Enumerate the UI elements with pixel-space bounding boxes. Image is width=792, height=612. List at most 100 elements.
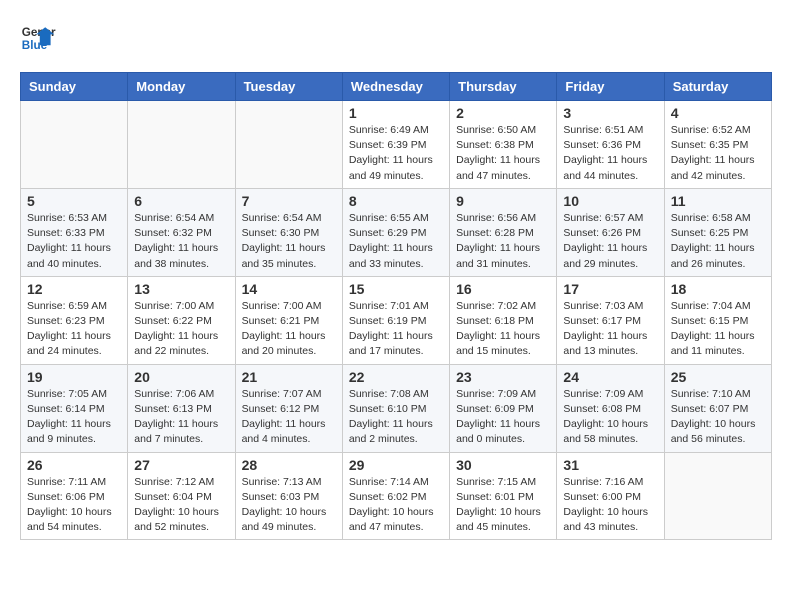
day-info: Sunrise: 7:12 AM Sunset: 6:04 PM Dayligh… bbox=[134, 475, 228, 536]
calendar-cell: 16Sunrise: 7:02 AM Sunset: 6:18 PM Dayli… bbox=[450, 276, 557, 364]
day-info: Sunrise: 6:53 AM Sunset: 6:33 PM Dayligh… bbox=[27, 211, 121, 272]
day-info: Sunrise: 7:01 AM Sunset: 6:19 PM Dayligh… bbox=[349, 299, 443, 360]
day-info: Sunrise: 6:54 AM Sunset: 6:30 PM Dayligh… bbox=[242, 211, 336, 272]
weekday-header: Thursday bbox=[450, 73, 557, 101]
day-number: 12 bbox=[27, 281, 121, 297]
calendar-cell bbox=[21, 101, 128, 189]
calendar-cell: 6 Sunrise: 6:54 AM Sunset: 6:32 PM Daylig… bbox=[128, 188, 235, 276]
day-number: 20 bbox=[134, 369, 228, 385]
day-number: 24 bbox=[563, 369, 657, 385]
day-number: 31 bbox=[563, 457, 657, 473]
day-number: 6 bbox=[134, 193, 228, 209]
calendar-cell: 17 Sunrise: 7:03 AM Sunset: 6:17 PM Dayli… bbox=[557, 276, 664, 364]
calendar-cell: 15 Sunrise: 7:01 AM Sunset: 6:19 PM Dayli… bbox=[342, 276, 449, 364]
day-info: Sunrise: 7:11 AM Sunset: 6:06 PM Dayligh… bbox=[27, 475, 121, 536]
day-info: Sunrise: 7:10 AM Sunset: 6:07 PM Dayligh… bbox=[671, 387, 765, 448]
day-info: Sunrise: 7:00 AM Sunset: 6:22 PM Dayligh… bbox=[134, 299, 228, 360]
day-number: 30 bbox=[456, 457, 550, 473]
day-number: 28 bbox=[242, 457, 336, 473]
day-info: Sunrise: 6:52 AM Sunset: 6:35 PM Dayligh… bbox=[671, 123, 765, 184]
calendar-cell bbox=[664, 452, 771, 540]
day-info: Sunrise: 7:04 AM Sunset: 6:15 PM Dayligh… bbox=[671, 299, 765, 360]
day-number: 8 bbox=[349, 193, 443, 209]
day-info: Sunrise: 6:50 AM Sunset: 6:38 PM Dayligh… bbox=[456, 123, 550, 184]
calendar-cell: 8 Sunrise: 6:55 AM Sunset: 6:29 PM Daylig… bbox=[342, 188, 449, 276]
calendar-cell: 12 Sunrise: 6:59 AM Sunset: 6:23 PM Dayli… bbox=[21, 276, 128, 364]
weekday-header: Wednesday bbox=[342, 73, 449, 101]
day-number: 23 bbox=[456, 369, 550, 385]
logo: General Blue bbox=[20, 20, 56, 56]
calendar-cell: 19 Sunrise: 7:05 AM Sunset: 6:14 PM Dayli… bbox=[21, 364, 128, 452]
calendar-cell: 25 Sunrise: 7:10 AM Sunset: 6:07 PM Dayli… bbox=[664, 364, 771, 452]
calendar-week-row: 1 Sunrise: 6:49 AM Sunset: 6:39 PM Daylig… bbox=[21, 101, 772, 189]
day-info: Sunrise: 6:55 AM Sunset: 6:29 PM Dayligh… bbox=[349, 211, 443, 272]
calendar-cell: 3 Sunrise: 6:51 AM Sunset: 6:36 PM Daylig… bbox=[557, 101, 664, 189]
page-header: General Blue bbox=[20, 20, 772, 56]
day-info: Sunrise: 7:03 AM Sunset: 6:17 PM Dayligh… bbox=[563, 299, 657, 360]
day-number: 22 bbox=[349, 369, 443, 385]
day-number: 13 bbox=[134, 281, 228, 297]
day-number: 21 bbox=[242, 369, 336, 385]
calendar-cell bbox=[128, 101, 235, 189]
calendar-cell: 2 Sunrise: 6:50 AM Sunset: 6:38 PM Daylig… bbox=[450, 101, 557, 189]
weekday-header: Friday bbox=[557, 73, 664, 101]
calendar-cell: 23 Sunrise: 7:09 AM Sunset: 6:09 PM Dayli… bbox=[450, 364, 557, 452]
day-number: 2 bbox=[456, 105, 550, 121]
day-info: Sunrise: 7:14 AM Sunset: 6:02 PM Dayligh… bbox=[349, 475, 443, 536]
calendar-week-row: 5 Sunrise: 6:53 AM Sunset: 6:33 PM Daylig… bbox=[21, 188, 772, 276]
calendar-cell: 22 Sunrise: 7:08 AM Sunset: 6:10 PM Dayli… bbox=[342, 364, 449, 452]
logo-icon: General Blue bbox=[20, 20, 56, 56]
calendar-cell: 30 Sunrise: 7:15 AM Sunset: 6:01 PM Dayli… bbox=[450, 452, 557, 540]
day-info: Sunrise: 7:08 AM Sunset: 6:10 PM Dayligh… bbox=[349, 387, 443, 448]
day-number: 5 bbox=[27, 193, 121, 209]
calendar-cell: 28 Sunrise: 7:13 AM Sunset: 6:03 PM Dayli… bbox=[235, 452, 342, 540]
day-number: 18 bbox=[671, 281, 765, 297]
day-info: Sunrise: 6:49 AM Sunset: 6:39 PM Dayligh… bbox=[349, 123, 443, 184]
calendar-cell: 14 Sunrise: 7:00 AM Sunset: 6:21 PM Dayli… bbox=[235, 276, 342, 364]
day-number: 9 bbox=[456, 193, 550, 209]
day-info: Sunrise: 7:00 AM Sunset: 6:21 PM Dayligh… bbox=[242, 299, 336, 360]
calendar-cell: 24Sunrise: 7:09 AM Sunset: 6:08 PM Dayli… bbox=[557, 364, 664, 452]
calendar-cell: 5 Sunrise: 6:53 AM Sunset: 6:33 PM Daylig… bbox=[21, 188, 128, 276]
day-info: Sunrise: 7:15 AM Sunset: 6:01 PM Dayligh… bbox=[456, 475, 550, 536]
weekday-header: Monday bbox=[128, 73, 235, 101]
day-info: Sunrise: 6:51 AM Sunset: 6:36 PM Dayligh… bbox=[563, 123, 657, 184]
day-info: Sunrise: 7:13 AM Sunset: 6:03 PM Dayligh… bbox=[242, 475, 336, 536]
calendar-table: SundayMondayTuesdayWednesdayThursdayFrid… bbox=[20, 72, 772, 540]
weekday-header: Tuesday bbox=[235, 73, 342, 101]
day-info: Sunrise: 6:54 AM Sunset: 6:32 PM Dayligh… bbox=[134, 211, 228, 272]
calendar-cell: 31Sunrise: 7:16 AM Sunset: 6:00 PM Dayli… bbox=[557, 452, 664, 540]
day-number: 7 bbox=[242, 193, 336, 209]
calendar-cell: 9 Sunrise: 6:56 AM Sunset: 6:28 PM Daylig… bbox=[450, 188, 557, 276]
day-number: 29 bbox=[349, 457, 443, 473]
calendar-cell: 26 Sunrise: 7:11 AM Sunset: 6:06 PM Dayli… bbox=[21, 452, 128, 540]
day-number: 3 bbox=[563, 105, 657, 121]
day-number: 25 bbox=[671, 369, 765, 385]
day-number: 17 bbox=[563, 281, 657, 297]
calendar-cell: 10Sunrise: 6:57 AM Sunset: 6:26 PM Dayli… bbox=[557, 188, 664, 276]
calendar-cell: 13 Sunrise: 7:00 AM Sunset: 6:22 PM Dayli… bbox=[128, 276, 235, 364]
calendar-cell: 20 Sunrise: 7:06 AM Sunset: 6:13 PM Dayli… bbox=[128, 364, 235, 452]
day-number: 26 bbox=[27, 457, 121, 473]
calendar-week-row: 12 Sunrise: 6:59 AM Sunset: 6:23 PM Dayli… bbox=[21, 276, 772, 364]
calendar-body: 1 Sunrise: 6:49 AM Sunset: 6:39 PM Daylig… bbox=[21, 101, 772, 540]
day-info: Sunrise: 7:06 AM Sunset: 6:13 PM Dayligh… bbox=[134, 387, 228, 448]
calendar-week-row: 26 Sunrise: 7:11 AM Sunset: 6:06 PM Dayli… bbox=[21, 452, 772, 540]
calendar-cell: 7 Sunrise: 6:54 AM Sunset: 6:30 PM Daylig… bbox=[235, 188, 342, 276]
day-number: 10 bbox=[563, 193, 657, 209]
day-number: 19 bbox=[27, 369, 121, 385]
day-number: 14 bbox=[242, 281, 336, 297]
calendar-cell: 27Sunrise: 7:12 AM Sunset: 6:04 PM Dayli… bbox=[128, 452, 235, 540]
weekday-header: Saturday bbox=[664, 73, 771, 101]
day-info: Sunrise: 6:56 AM Sunset: 6:28 PM Dayligh… bbox=[456, 211, 550, 272]
day-number: 16 bbox=[456, 281, 550, 297]
day-info: Sunrise: 7:09 AM Sunset: 6:09 PM Dayligh… bbox=[456, 387, 550, 448]
calendar-cell: 11Sunrise: 6:58 AM Sunset: 6:25 PM Dayli… bbox=[664, 188, 771, 276]
day-info: Sunrise: 7:05 AM Sunset: 6:14 PM Dayligh… bbox=[27, 387, 121, 448]
calendar-cell: 21Sunrise: 7:07 AM Sunset: 6:12 PM Dayli… bbox=[235, 364, 342, 452]
day-number: 1 bbox=[349, 105, 443, 121]
day-number: 4 bbox=[671, 105, 765, 121]
day-number: 15 bbox=[349, 281, 443, 297]
day-info: Sunrise: 6:59 AM Sunset: 6:23 PM Dayligh… bbox=[27, 299, 121, 360]
calendar-week-row: 19 Sunrise: 7:05 AM Sunset: 6:14 PM Dayli… bbox=[21, 364, 772, 452]
